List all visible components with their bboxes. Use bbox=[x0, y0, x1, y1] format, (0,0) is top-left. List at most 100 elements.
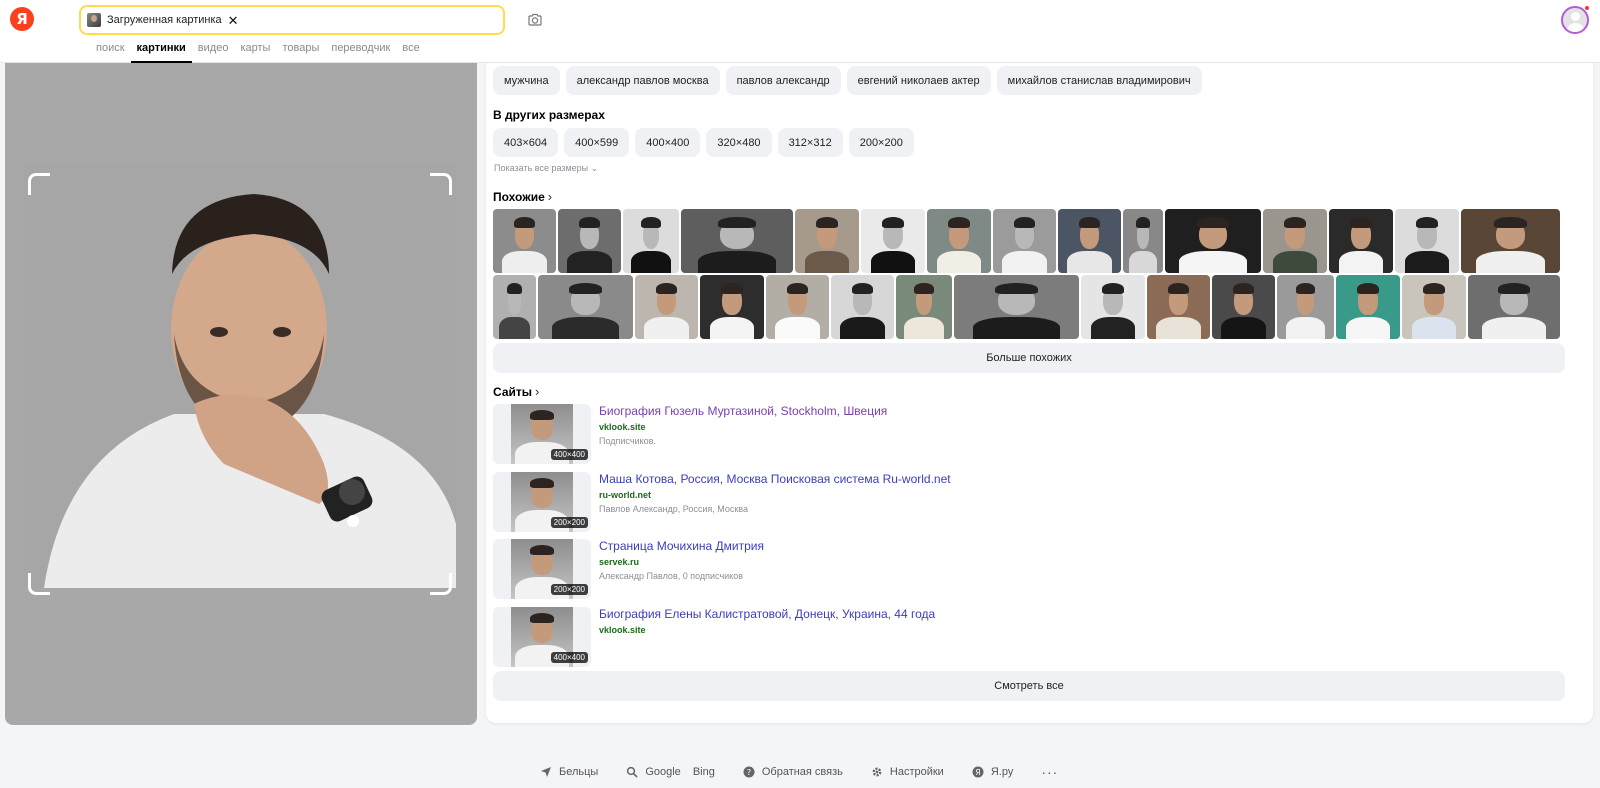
footer-settings-link[interactable]: Настройки bbox=[871, 766, 944, 778]
similar-image[interactable] bbox=[954, 275, 1079, 339]
footer-yaru-label: Я.ру bbox=[990, 766, 1014, 778]
similar-image[interactable] bbox=[1147, 275, 1210, 339]
tag-pill[interactable]: михайлов станислав владимирович bbox=[996, 66, 1202, 95]
more-similar-button[interactable]: Больше похожих bbox=[493, 343, 1565, 373]
site-thumbnail[interactable]: 400×400 bbox=[493, 607, 591, 667]
sites-title-label: Сайты bbox=[493, 384, 532, 399]
tag-pill[interactable]: евгений николаев актер bbox=[846, 66, 991, 95]
similar-image[interactable] bbox=[861, 209, 925, 273]
site-title-link[interactable]: Биография Гюзель Муртазиной, Stockholm, … bbox=[599, 404, 887, 418]
similar-image[interactable] bbox=[493, 209, 556, 273]
site-result: 400×400 Биография Елены Калистратовой, Д… bbox=[493, 607, 1565, 667]
similar-image[interactable] bbox=[1336, 275, 1400, 339]
footer-feedback-label: Обратная связь bbox=[761, 766, 843, 778]
footer-settings-label: Настройки bbox=[889, 766, 944, 778]
similar-image[interactable] bbox=[927, 209, 991, 273]
site-title-link[interactable]: Биография Елены Калистратовой, Донецк, У… bbox=[599, 607, 935, 621]
show-all-sizes-link[interactable]: Показать все размеры ⌄ bbox=[494, 163, 598, 174]
site-domain-link[interactable]: ru-world.net bbox=[599, 490, 651, 500]
similar-row bbox=[493, 275, 1560, 339]
tab-translator[interactable]: переводчик bbox=[325, 42, 396, 63]
site-domain-link[interactable]: vklook.site bbox=[599, 422, 646, 432]
similar-image[interactable] bbox=[1263, 209, 1327, 273]
results-panel: мужчина александр павлов москва павлов а… bbox=[486, 63, 1593, 723]
size-pill[interactable]: 400×599 bbox=[564, 128, 630, 157]
location-arrow-icon bbox=[541, 767, 551, 777]
size-list: 403×604 400×599 400×400 320×480 312×312 … bbox=[493, 128, 914, 157]
similar-image[interactable] bbox=[623, 209, 679, 273]
svg-text:Я: Я bbox=[975, 768, 980, 777]
footer-bing-label: Bing bbox=[692, 766, 715, 778]
similar-image[interactable] bbox=[795, 209, 859, 273]
similar-image[interactable] bbox=[896, 275, 952, 339]
footer-feedback-link[interactable]: ? Обратная связь bbox=[743, 766, 843, 778]
size-pill[interactable]: 312×312 bbox=[777, 128, 843, 157]
chevron-right-icon: › bbox=[535, 384, 540, 399]
footer-region-link[interactable]: Бельцы bbox=[540, 766, 598, 778]
site-title-link[interactable]: Страница Мочихина Дмитрия bbox=[599, 539, 764, 553]
similar-image[interactable] bbox=[558, 209, 621, 273]
object-marker-dot[interactable] bbox=[347, 515, 359, 527]
crop-handle-bottom-right[interactable] bbox=[430, 573, 452, 595]
tab-search[interactable]: поиск bbox=[90, 42, 131, 63]
footer-google-link[interactable]: Google bbox=[626, 766, 681, 778]
site-thumbnail[interactable]: 200×200 bbox=[493, 472, 591, 532]
similar-image[interactable] bbox=[1058, 209, 1121, 273]
yandex-logo[interactable]: Я bbox=[10, 7, 34, 31]
similar-title[interactable]: Похожие › bbox=[493, 189, 552, 204]
tag-pill[interactable]: александр павлов москва bbox=[565, 66, 720, 95]
tab-maps[interactable]: карты bbox=[234, 42, 276, 63]
footer-bing-link[interactable]: Bing bbox=[693, 766, 715, 778]
search-input[interactable]: Загруженная картинка ✕ bbox=[79, 5, 505, 35]
similar-image[interactable] bbox=[700, 275, 764, 339]
query-image bbox=[24, 164, 456, 588]
footer-region-label: Бельцы bbox=[559, 766, 599, 778]
footer-yaru-link[interactable]: Я Я.ру bbox=[972, 766, 1014, 778]
similar-image[interactable] bbox=[681, 209, 793, 273]
similar-image[interactable] bbox=[1468, 275, 1560, 339]
crop-handle-top-left[interactable] bbox=[28, 173, 50, 195]
similar-image[interactable] bbox=[493, 275, 536, 339]
similar-image[interactable] bbox=[993, 209, 1056, 273]
close-icon[interactable]: ✕ bbox=[228, 14, 239, 27]
similar-image[interactable] bbox=[538, 275, 633, 339]
similar-image[interactable] bbox=[1081, 275, 1145, 339]
similar-image[interactable] bbox=[635, 275, 698, 339]
camera-search-icon[interactable] bbox=[527, 12, 543, 28]
query-image-panel bbox=[5, 63, 477, 725]
similar-image[interactable] bbox=[1461, 209, 1560, 273]
site-title-link[interactable]: Маша Котова, Россия, Москва Поисковая си… bbox=[599, 472, 951, 486]
size-pill[interactable]: 400×400 bbox=[635, 128, 701, 157]
tag-pill[interactable]: мужчина bbox=[493, 66, 560, 95]
similar-image[interactable] bbox=[1402, 275, 1466, 339]
tab-all[interactable]: все bbox=[396, 42, 425, 63]
similar-image[interactable] bbox=[1123, 209, 1163, 273]
tab-images[interactable]: картинки bbox=[130, 42, 193, 63]
similar-image[interactable] bbox=[1277, 275, 1334, 339]
similar-image[interactable] bbox=[1165, 209, 1261, 273]
sites-title[interactable]: Сайты › bbox=[493, 384, 539, 399]
crop-handle-top-right[interactable] bbox=[430, 173, 452, 195]
notification-dot bbox=[1584, 5, 1590, 11]
search-icon bbox=[627, 766, 638, 778]
site-description: Александр Павлов, 0 подписчиков bbox=[599, 571, 743, 581]
tab-video[interactable]: видео bbox=[192, 42, 235, 63]
site-domain-link[interactable]: vklook.site bbox=[599, 625, 646, 635]
more-icon[interactable]: ··· bbox=[1041, 764, 1058, 780]
size-pill[interactable]: 320×480 bbox=[706, 128, 772, 157]
similar-image[interactable] bbox=[831, 275, 894, 339]
size-pill[interactable]: 403×604 bbox=[493, 128, 559, 157]
similar-image[interactable] bbox=[1329, 209, 1393, 273]
similar-image[interactable] bbox=[766, 275, 829, 339]
tab-products[interactable]: товары bbox=[276, 42, 325, 63]
see-all-sites-button[interactable]: Смотреть все bbox=[493, 671, 1565, 701]
similar-image[interactable] bbox=[1212, 275, 1275, 339]
size-pill[interactable]: 200×200 bbox=[848, 128, 914, 157]
site-thumbnail[interactable]: 400×400 bbox=[493, 404, 591, 464]
similar-image[interactable] bbox=[1395, 209, 1459, 273]
site-domain-link[interactable]: servek.ru bbox=[599, 557, 639, 567]
site-thumbnail[interactable]: 200×200 bbox=[493, 539, 591, 599]
crop-handle-bottom-left[interactable] bbox=[28, 573, 50, 595]
tag-pill[interactable]: павлов александр bbox=[725, 66, 841, 95]
footer-google-label: Google bbox=[645, 766, 681, 778]
